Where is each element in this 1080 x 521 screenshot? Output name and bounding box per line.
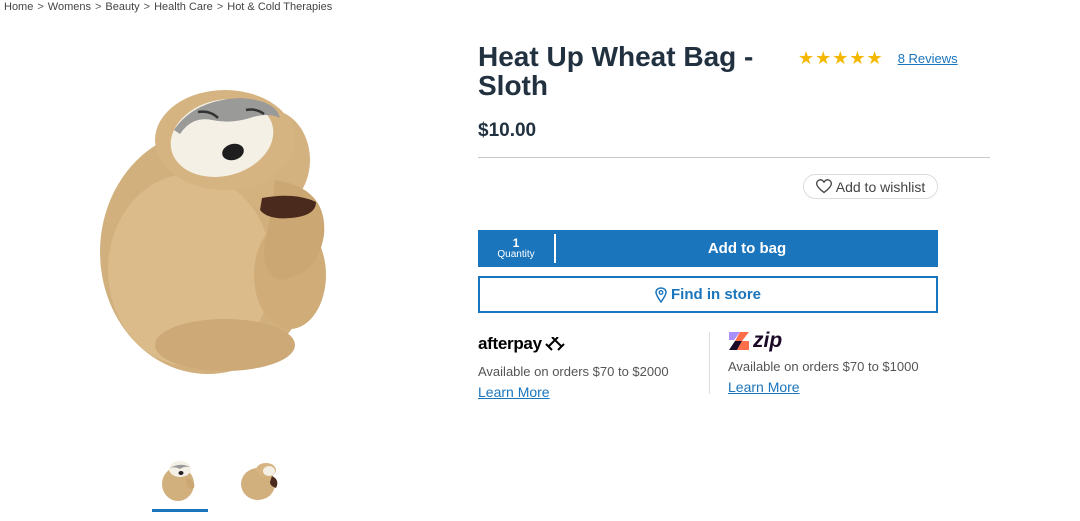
quantity-label: Quantity: [497, 249, 535, 260]
breadcrumb-separator: >: [37, 1, 44, 13]
add-to-bag-button[interactable]: Add to bag: [556, 230, 938, 267]
breadcrumb-beauty[interactable]: Beauty: [105, 1, 139, 13]
add-to-bag-bar: 1 Quantity Add to bag: [478, 230, 938, 267]
reviews-link[interactable]: 8 Reviews: [898, 51, 958, 66]
breadcrumb-health-care[interactable]: Health Care: [154, 1, 213, 13]
add-to-wishlist-button[interactable]: Add to wishlist: [803, 174, 938, 199]
sloth-plush-image: [100, 90, 326, 374]
sloth-thumb-side-image: [241, 463, 278, 500]
afterpay-info: Available on orders $70 to $2000: [478, 364, 669, 379]
rating-stars: ★★★★★: [798, 48, 884, 68]
zip-logo: zip: [728, 329, 919, 352]
quantity-value: 1: [512, 236, 520, 250]
heart-icon: [815, 179, 832, 194]
breadcrumb-hot-cold-therapies[interactable]: Hot & Cold Therapies: [227, 1, 332, 13]
afterpay-section: afterpay Available on orders $70 to $200…: [478, 334, 669, 400]
breadcrumb-womens[interactable]: Womens: [48, 1, 91, 13]
location-pin-icon: [655, 286, 667, 303]
breadcrumb-separator: >: [94, 1, 102, 13]
find-in-store-button[interactable]: Find in store: [478, 276, 938, 313]
zip-z-icon: [729, 332, 749, 350]
breadcrumb: Home > Womens > Beauty > Health Care > Hot & Col…: [4, 1, 332, 13]
breadcrumb-home[interactable]: Home: [4, 1, 33, 13]
product-main-image[interactable]: [90, 70, 335, 380]
thumbnail-strip: [152, 456, 288, 512]
zip-logo-text: zip: [753, 329, 783, 352]
quantity-selector[interactable]: 1 Quantity: [478, 234, 556, 263]
afterpay-logo-text: afterpay: [478, 334, 542, 353]
zip-info: Available on orders $70 to $1000: [728, 359, 919, 374]
breadcrumb-separator: >: [143, 1, 151, 13]
find-in-store-label: Find in store: [671, 286, 761, 303]
wishlist-label: Add to wishlist: [835, 178, 926, 195]
sloth-thumb-front-image: [162, 461, 195, 501]
afterpay-arrows-icon: [545, 337, 565, 351]
payment-divider: [709, 332, 710, 394]
afterpay-learn-more-link[interactable]: Learn More: [478, 384, 669, 400]
product-price: $10.00: [478, 120, 537, 141]
divider: [478, 157, 990, 158]
breadcrumb-separator: >: [216, 1, 224, 13]
product-title: Heat Up Wheat Bag - Sloth: [478, 41, 754, 101]
product-rating: ★★★★★ 8 Reviews: [798, 48, 958, 69]
afterpay-logo: afterpay: [478, 334, 669, 354]
thumbnail-1[interactable]: [152, 456, 208, 512]
thumbnail-2[interactable]: [232, 456, 288, 512]
zip-learn-more-link[interactable]: Learn More: [728, 379, 919, 395]
zip-section: zip Available on orders $70 to $1000 Lea…: [728, 329, 919, 395]
